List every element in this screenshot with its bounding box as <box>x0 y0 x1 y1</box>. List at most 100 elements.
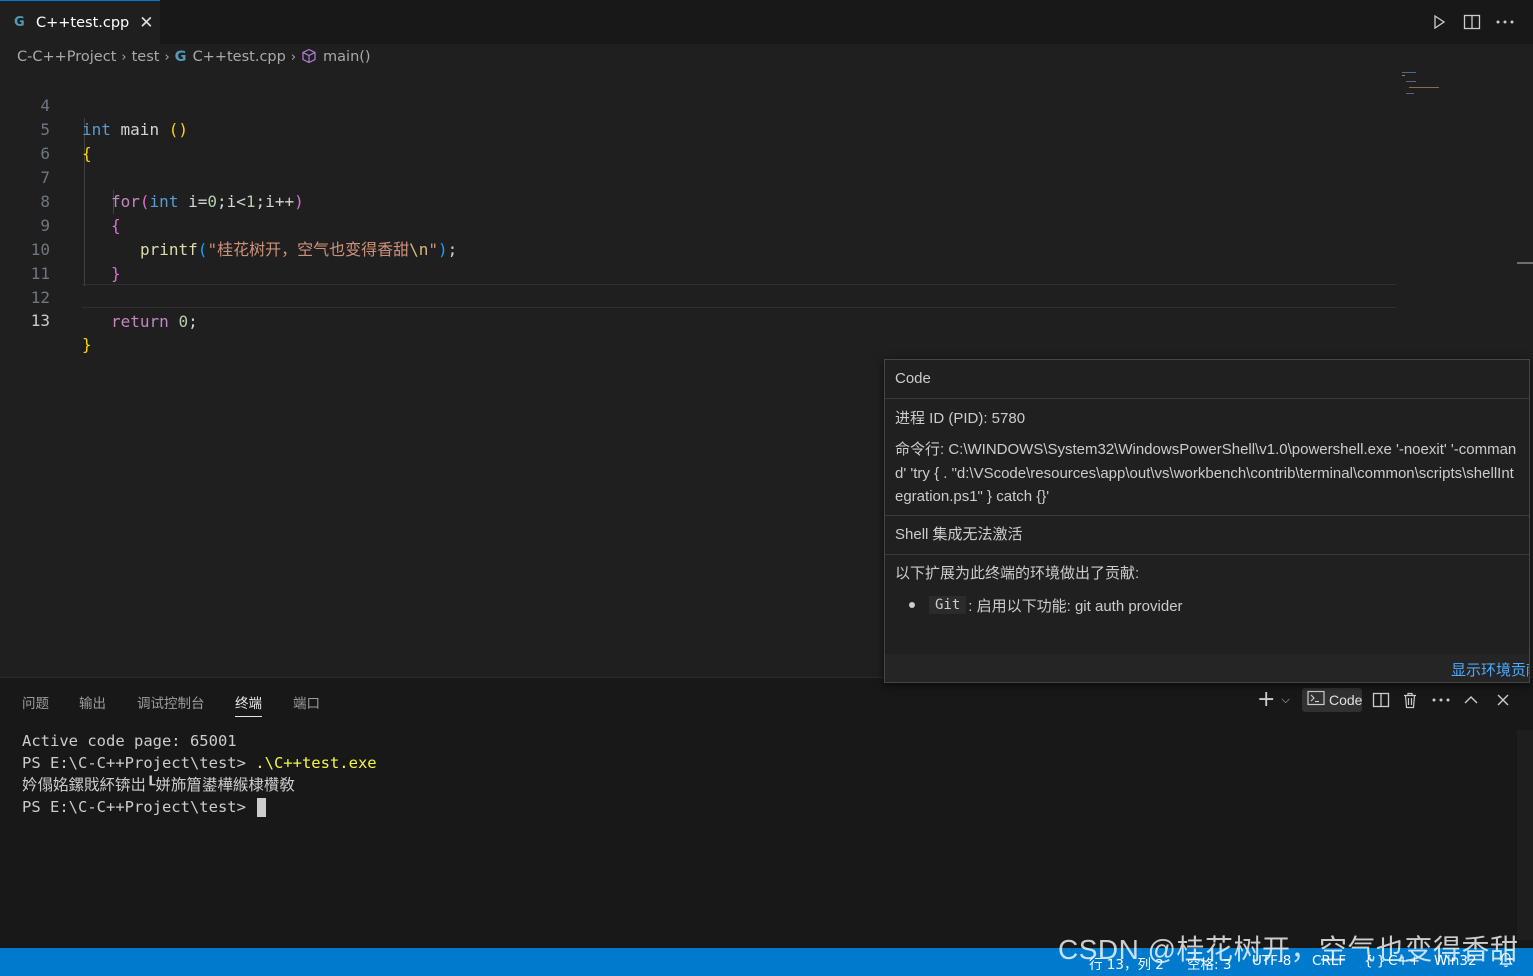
breadcrumb-item-folder[interactable]: test <box>132 49 160 65</box>
terminal-scrollbar[interactable] <box>1517 730 1533 940</box>
breadcrumb-item-symbol[interactable]: main() <box>323 49 371 65</box>
code-line: 7 for(int i=0;i<1;i++) <box>0 142 303 211</box>
close-icon[interactable]: ✕ <box>139 13 153 33</box>
token: ;i++ <box>255 192 295 211</box>
terminal-icon <box>1307 690 1325 710</box>
minimap[interactable] <box>1398 70 1458 110</box>
new-terminal-button[interactable]: + ⌵ <box>1257 688 1290 712</box>
code-line: 5 { <box>0 94 91 163</box>
token: { <box>82 144 92 163</box>
extension-description: : 启用以下功能: git auth provider <box>968 597 1183 615</box>
terminal-prompt: PS E:\C-C++Project\test> <box>22 754 256 772</box>
token: i= <box>178 192 208 211</box>
chevron-right-icon: › <box>290 49 297 65</box>
token: } <box>82 335 92 354</box>
code-line: 12 return 0; <box>0 262 198 331</box>
code-line: 10 } <box>0 214 121 283</box>
function-cube-icon <box>301 48 317 66</box>
more-actions-icon[interactable] <box>1494 11 1516 33</box>
close-panel-button[interactable] <box>1496 688 1510 712</box>
tab-label: C++test.cpp <box>36 14 130 31</box>
split-editor-icon[interactable] <box>1461 11 1483 33</box>
code-line: 9 printf("桂花树开，空气也变得香甜\n"); <box>0 190 457 259</box>
token: ) <box>294 192 304 211</box>
terminal-selector-label: Code <box>1329 692 1363 708</box>
token: ( <box>139 192 150 211</box>
token: " <box>428 240 438 259</box>
tab-cpp-file[interactable]: G C++test.cpp ✕ <box>0 0 160 44</box>
plus-icon: + <box>1257 687 1276 712</box>
kill-terminal-button[interactable] <box>1402 688 1418 712</box>
maximize-panel-button[interactable] <box>1463 688 1479 712</box>
extension-contributions: 以下扩展为此终端的环境做出了贡献: Git : 启用以下功能: git auth… <box>885 555 1529 624</box>
token: ; <box>188 312 198 331</box>
token: return <box>111 312 169 331</box>
token: } <box>111 264 121 283</box>
show-environment-link[interactable]: 显示环境贡献 <box>1451 659 1529 680</box>
extensions-heading: 以下扩展为此终端的环境做出了贡献: <box>895 564 1140 582</box>
token: () <box>168 120 188 139</box>
token: ) <box>437 240 448 259</box>
token: "桂花树开，空气也变得香甜 <box>207 240 410 259</box>
tab-ports[interactable]: 端口 <box>293 692 320 712</box>
terminal-command: .\C++test.exe <box>255 754 377 772</box>
tab-problems[interactable]: 问题 <box>22 692 49 712</box>
extension-name: Git <box>929 596 967 614</box>
token: 1 <box>245 192 256 211</box>
token: main <box>110 120 169 139</box>
chevron-down-icon[interactable]: ⌵ <box>1281 693 1289 707</box>
code-line: 11 <box>0 238 50 283</box>
trash-icon <box>1404 692 1416 708</box>
token: { <box>111 216 121 235</box>
popup-title: Code <box>885 360 1529 399</box>
terminal-line: PS E:\C-C++Project\test> .\C++test.exe <box>22 752 377 774</box>
token: int <box>149 192 179 211</box>
process-id: 进程 ID (PID): 5780 <box>895 410 1026 427</box>
code-line: 6 <box>0 118 50 163</box>
bottom-panel: 问题 输出 调试控制台 终端 端口 + ⌵ Code Active code p… <box>0 677 1533 948</box>
breadcrumb: C-C++Project › test › G C++test.cpp › ma… <box>0 44 1533 70</box>
cpp-file-icon: G <box>14 15 25 30</box>
token: ;i< <box>217 192 246 211</box>
chevron-right-icon: › <box>121 49 127 65</box>
terminal-cursor <box>257 798 267 817</box>
code-line: 13 } <box>0 285 92 354</box>
watermark: CSDN @桂花树开，空气也变得香甜 <box>1058 934 1519 965</box>
editor-tab-bar: G C++test.cpp ✕ <box>0 0 1533 44</box>
split-terminal-button[interactable] <box>1372 688 1390 712</box>
token: ( <box>197 240 208 259</box>
tab-terminal[interactable]: 终端 <box>235 692 262 717</box>
chevron-right-icon: › <box>164 49 170 65</box>
token: int <box>82 120 111 139</box>
token: for <box>111 192 140 211</box>
terminal-line: PS E:\C-C++Project\test> <box>22 796 377 818</box>
token: printf <box>140 240 198 259</box>
code-line: 4 int main () <box>0 70 188 139</box>
tab-output[interactable]: 输出 <box>79 692 106 712</box>
breadcrumb-item-project[interactable]: C-C++Project <box>17 49 116 65</box>
terminal-prompt: PS E:\C-C++Project\test> <box>22 798 256 816</box>
bullet-icon <box>909 602 915 608</box>
split-icon <box>1372 692 1390 708</box>
cpp-file-icon: G <box>174 49 187 65</box>
current-line-highlight <box>82 284 1396 308</box>
terminal-line: Active code page: 65001 <box>22 732 237 750</box>
token: \n <box>409 240 429 259</box>
tab-debug-console[interactable]: 调试控制台 <box>137 692 205 712</box>
terminal-hover-popup: Code 进程 ID (PID): 5780 命令行: C:\WINDOWS\S… <box>884 359 1530 683</box>
close-icon <box>1497 694 1509 706</box>
token: 0 <box>207 192 217 211</box>
token: ; <box>447 240 458 259</box>
more-actions-icon[interactable] <box>1432 688 1450 712</box>
breadcrumb-item-file[interactable]: C++test.cpp <box>193 49 286 65</box>
run-icon[interactable] <box>1428 11 1450 33</box>
terminal-output[interactable]: Active code page: 65001 PS E:\C-C++Proje… <box>22 730 377 818</box>
token: 0 <box>178 312 189 331</box>
code-line: 8 { <box>0 166 120 235</box>
line-number: 13 <box>30 311 50 330</box>
shell-integration-status: Shell 集成无法激活 <box>885 514 1529 555</box>
list-item: Git : 启用以下功能: git auth provider <box>895 595 1519 616</box>
terminal-selector[interactable]: Code <box>1302 688 1362 712</box>
command-line: 命令行: C:\WINDOWS\System32\WindowsPowerShe… <box>895 441 1517 505</box>
